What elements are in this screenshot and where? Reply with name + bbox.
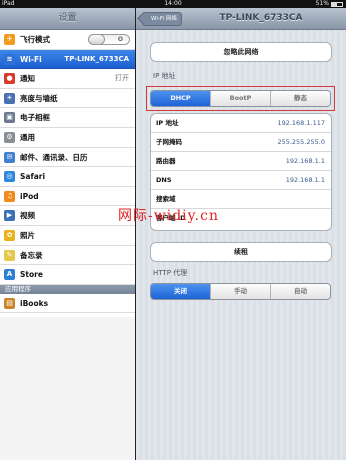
sidebar-item-brightness[interactable]: ☀ 亮度与墙纸 [0,89,135,109]
watermark: 网际-widiy.cn [118,208,219,224]
table-row: 路由器 192.168.1.1 [151,152,331,171]
sidebar-item-ipod[interactable]: ♫ iPod [0,187,135,207]
clock: 14:00 [164,0,182,7]
row-label: 子网掩码 [156,138,182,146]
sidebar-item-label: 通知 [20,74,35,84]
brightness-icon: ☀ [4,92,15,104]
apps-group-header: 应用程序 [0,284,135,294]
sidebar-item-label: 亮度与墙纸 [20,93,58,103]
http-proxy-segmented-control: 关闭 手动 自动 [150,283,331,300]
safari-icon: ◎ [4,171,15,183]
video-icon: ▶ [4,210,15,222]
photos-icon: ✿ [4,229,15,241]
ipod-icon: ♫ [4,190,15,202]
sidebar-item-label: Wi-Fi [20,54,42,64]
nav-bar: Wi-Fi 网络 TP-LINK_6733CA [136,8,346,30]
sidebar-item-airplane-mode[interactable]: ✈ 飞行模式 O [0,30,135,50]
sidebar-title: 设置 [0,8,135,30]
ibooks-icon: ▤ [4,297,15,309]
back-button[interactable]: Wi-Fi 网络 [142,12,182,26]
segment-proxy-auto[interactable]: 自动 [270,284,330,299]
segment-bootp[interactable]: BootP [210,91,270,106]
sidebar-item-label: 照片 [20,230,35,240]
row-value: 192.168.1.1 [285,157,325,165]
airplane-icon: ✈ [4,34,15,45]
sidebar-item-label: 通用 [20,132,35,142]
sidebar-item-photos[interactable]: ✿ 照片 [0,226,135,246]
sidebar-item-ibooks[interactable]: ▤ iBooks [0,294,135,314]
toggle-state-label: O [117,36,123,43]
segment-proxy-off[interactable]: 关闭 [151,284,210,299]
status-bar: iPad 14:00 51% [0,0,346,8]
sidebar-item-label: Store [20,270,43,280]
gear-icon: ⚙ [4,131,15,143]
forget-network-button[interactable]: 忽略此网络 [150,42,332,62]
picture-frame-icon: ▣ [4,112,15,124]
sidebar-item-value: TP-LINK_6733CA [64,54,129,63]
segment-static[interactable]: 静态 [270,91,330,106]
sidebar-item-label: iPod [20,191,39,201]
battery-icon [331,1,343,7]
sidebar-item-label: 视频 [20,211,35,221]
sidebar-item-label: 飞行模式 [20,35,50,44]
settings-sidebar: 设置 ✈ 飞行模式 O ≋ Wi-Fi TP-LINK_6733CA ● 通知 … [0,8,135,460]
table-row: DNS 192.168.1.1 [151,171,331,190]
mail-icon: ✉ [4,151,15,163]
ip-section-label: IP 地址 [153,72,176,80]
sidebar-item-general[interactable]: ⚙ 通用 [0,128,135,148]
sidebar-item-picture-frame[interactable]: ▣ 电子相框 [0,108,135,128]
segment-proxy-manual[interactable]: 手动 [210,284,270,299]
sidebar-item-video[interactable]: ▶ 视频 [0,206,135,226]
sidebar-item-wifi[interactable]: ≋ Wi-Fi TP-LINK_6733CA [0,49,135,70]
row-value: 255.255.255.0 [277,138,325,146]
notes-icon: ✎ [4,249,15,261]
table-row: IP 地址 192.168.1.117 [151,114,331,133]
sidebar-item-label: iBooks [20,298,49,308]
sidebar-item-mail[interactable]: ✉ 邮件、通讯录、日历 [0,148,135,168]
segment-dhcp[interactable]: DHCP [151,91,210,106]
row-value: 192.168.1.1 [285,176,325,184]
sidebar-item-label: Safari [20,172,46,182]
network-detail-panel: Wi-Fi 网络 TP-LINK_6733CA 忽略此网络 IP 地址 DHCP… [136,8,346,460]
row-label: 路由器 [156,157,176,165]
battery-status: 51% [316,0,343,8]
sidebar-item-label: 邮件、通讯录、日历 [20,152,88,162]
airplane-mode-toggle[interactable]: O [88,34,130,45]
row-value: 192.168.1.117 [277,119,325,127]
page-title: TP-LINK_6733CA [219,13,303,23]
wifi-icon: ≋ [4,53,15,65]
renew-lease-button[interactable]: 续租 [150,242,332,262]
sidebar-item-store[interactable]: A Store [0,265,135,285]
sidebar-item-label: 电子相框 [20,113,50,123]
sidebar-item-notifications[interactable]: ● 通知 打开 [0,69,135,89]
table-row: 子网掩码 255.255.255.0 [151,133,331,152]
sidebar-empty-area [0,317,135,460]
ip-mode-segmented-control: DHCP BootP 静态 [150,90,331,107]
sidebar-item-label: 备忘录 [20,250,43,260]
row-label: IP 地址 [156,119,179,127]
notifications-icon: ● [4,73,15,85]
row-label: DNS [156,176,172,184]
row-label: 搜索域 [156,195,176,203]
sidebar-item-value: 打开 [115,74,129,83]
http-proxy-label: HTTP 代理 [153,269,188,277]
store-icon: A [4,269,15,281]
sidebar-item-notes[interactable]: ✎ 备忘录 [0,246,135,266]
sidebar-item-safari[interactable]: ◎ Safari [0,167,135,187]
battery-percent: 51% [315,0,329,7]
